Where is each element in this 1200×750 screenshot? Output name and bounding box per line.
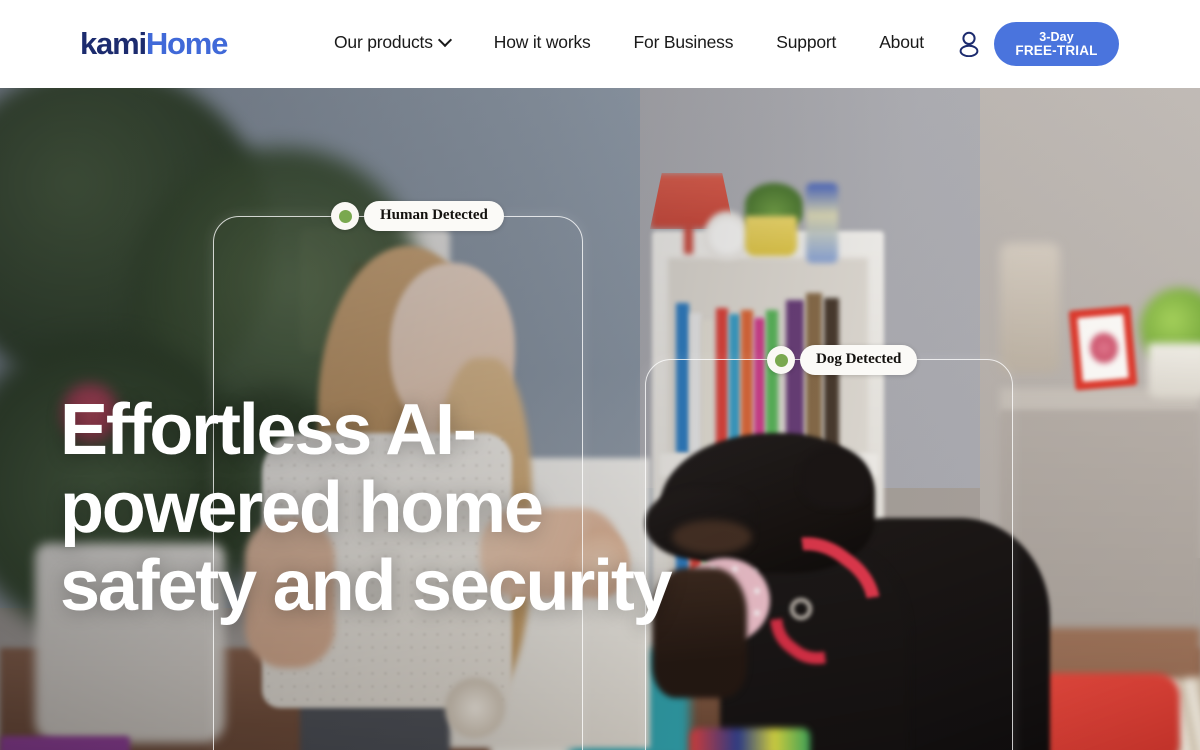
nav-item-label: For Business bbox=[633, 32, 734, 52]
nav-item-about[interactable]: About bbox=[879, 32, 924, 53]
status-dot-icon bbox=[767, 346, 795, 374]
status-dot-icon bbox=[331, 202, 359, 230]
landing-page: kamiHome Our products How it works For B… bbox=[0, 0, 1200, 750]
nav-item-our-products[interactable]: Our products bbox=[334, 32, 451, 53]
detection-frame-dog bbox=[645, 359, 1013, 750]
nav-item-how-it-works[interactable]: How it works bbox=[494, 32, 591, 53]
logo-text-kami: kami bbox=[80, 26, 147, 61]
main-navigation: Our products How it works For Business S… bbox=[334, 32, 924, 53]
nav-item-for-business[interactable]: For Business bbox=[634, 32, 734, 53]
detection-badge-dog: Dog Detected bbox=[767, 345, 918, 375]
site-header: kamiHome Our products How it works For B… bbox=[0, 0, 1200, 88]
free-trial-button[interactable]: 3-Day FREE-TRIAL bbox=[994, 22, 1119, 66]
detection-badge-label: Human Detected bbox=[364, 201, 504, 231]
nav-item-label: Our products bbox=[334, 32, 433, 52]
logo-text-home: Home bbox=[145, 26, 229, 61]
hero-section: Human Detected Dog Detected Effortless A… bbox=[0, 88, 1200, 750]
cta-line-2: FREE-TRIAL bbox=[1015, 43, 1098, 58]
nav-item-label: Support bbox=[776, 32, 837, 52]
user-account-icon[interactable] bbox=[958, 31, 980, 58]
cta-line-1: 3-Day bbox=[1039, 30, 1074, 44]
nav-item-label: About bbox=[879, 32, 924, 52]
brand-logo[interactable]: kamiHome bbox=[80, 26, 229, 61]
hero-headline: Effortless AI-powered home safety and se… bbox=[60, 390, 673, 626]
detection-badge-human: Human Detected bbox=[331, 201, 504, 231]
detection-badge-label: Dog Detected bbox=[800, 345, 918, 375]
chevron-down-icon bbox=[440, 35, 451, 46]
nav-item-label: How it works bbox=[493, 32, 591, 52]
nav-item-support[interactable]: Support bbox=[776, 32, 836, 53]
